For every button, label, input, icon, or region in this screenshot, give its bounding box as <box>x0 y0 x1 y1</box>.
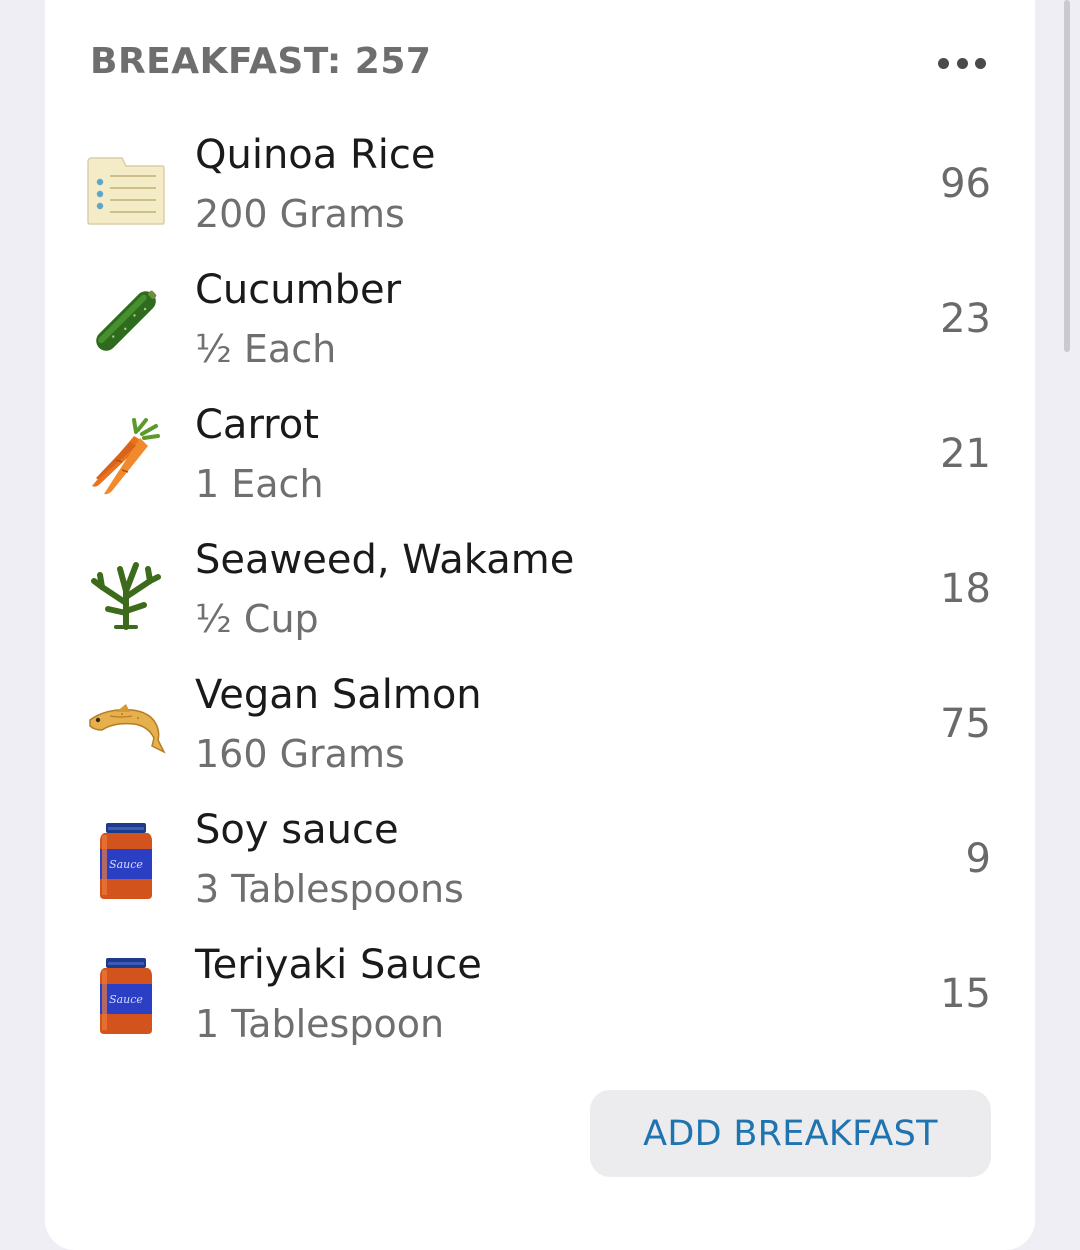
food-amount: ½ Cup <box>195 597 319 641</box>
carrot-icon <box>86 416 166 496</box>
food-calories: 15 <box>940 971 991 1017</box>
food-amount: 160 Grams <box>195 732 405 776</box>
sauce-label-text: Sauce <box>109 858 143 871</box>
food-row-seaweed[interactable]: Seaweed, Wakame ½ Cup 18 <box>0 523 1080 658</box>
food-list: Quinoa Rice 200 Grams 96 Cucumber ½ Each… <box>0 118 1080 1063</box>
food-name: Seaweed, Wakame <box>195 537 575 583</box>
food-amount: 200 Grams <box>195 192 405 236</box>
food-calories: 75 <box>940 701 991 747</box>
sauce-jar-icon: Sauce <box>86 956 166 1036</box>
food-name: Vegan Salmon <box>195 672 482 718</box>
cucumber-icon <box>86 281 166 361</box>
more-dot <box>956 57 968 69</box>
food-name: Cucumber <box>195 267 402 313</box>
fish-icon <box>86 686 166 766</box>
food-amount: ½ Each <box>195 327 337 371</box>
food-row-quinoa-rice[interactable]: Quinoa Rice 200 Grams 96 <box>0 118 1080 253</box>
food-amount: 1 Each <box>195 462 324 506</box>
more-dot <box>975 57 986 69</box>
food-row-teriyaki-sauce[interactable]: Sauce Teriyaki Sauce 1 Tablespoon 15 <box>0 928 1080 1063</box>
food-name: Carrot <box>195 402 319 448</box>
seaweed-icon <box>86 551 166 631</box>
food-calories: 9 <box>965 836 991 882</box>
add-breakfast-button[interactable]: ADD BREAKFAST <box>590 1090 991 1177</box>
food-calories: 18 <box>940 566 991 612</box>
sauce-jar-icon: Sauce <box>86 821 166 901</box>
food-row-carrot[interactable]: Carrot 1 Each 21 <box>0 388 1080 523</box>
food-calories: 21 <box>940 431 991 477</box>
food-calories: 96 <box>940 161 991 207</box>
sauce-label-text: Sauce <box>109 993 143 1006</box>
meal-title: BREAKFAST: 257 <box>90 41 432 82</box>
food-row-cucumber[interactable]: Cucumber ½ Each 23 <box>0 253 1080 388</box>
food-name: Teriyaki Sauce <box>195 942 482 988</box>
meal-header: BREAKFAST: 257 <box>90 38 990 88</box>
recipe-card-icon <box>86 146 166 226</box>
food-row-vegan-salmon[interactable]: Vegan Salmon 160 Grams 75 <box>0 658 1080 793</box>
food-row-soy-sauce[interactable]: Sauce Soy sauce 3 Tablespoons 9 <box>0 793 1080 928</box>
food-amount: 1 Tablespoon <box>195 1002 445 1046</box>
food-name: Quinoa Rice <box>195 132 436 178</box>
food-amount: 3 Tablespoons <box>195 867 464 911</box>
food-calories: 23 <box>940 296 991 342</box>
food-name: Soy sauce <box>195 807 399 853</box>
more-options-button[interactable] <box>938 46 986 80</box>
more-horizontal-icon <box>938 57 949 69</box>
